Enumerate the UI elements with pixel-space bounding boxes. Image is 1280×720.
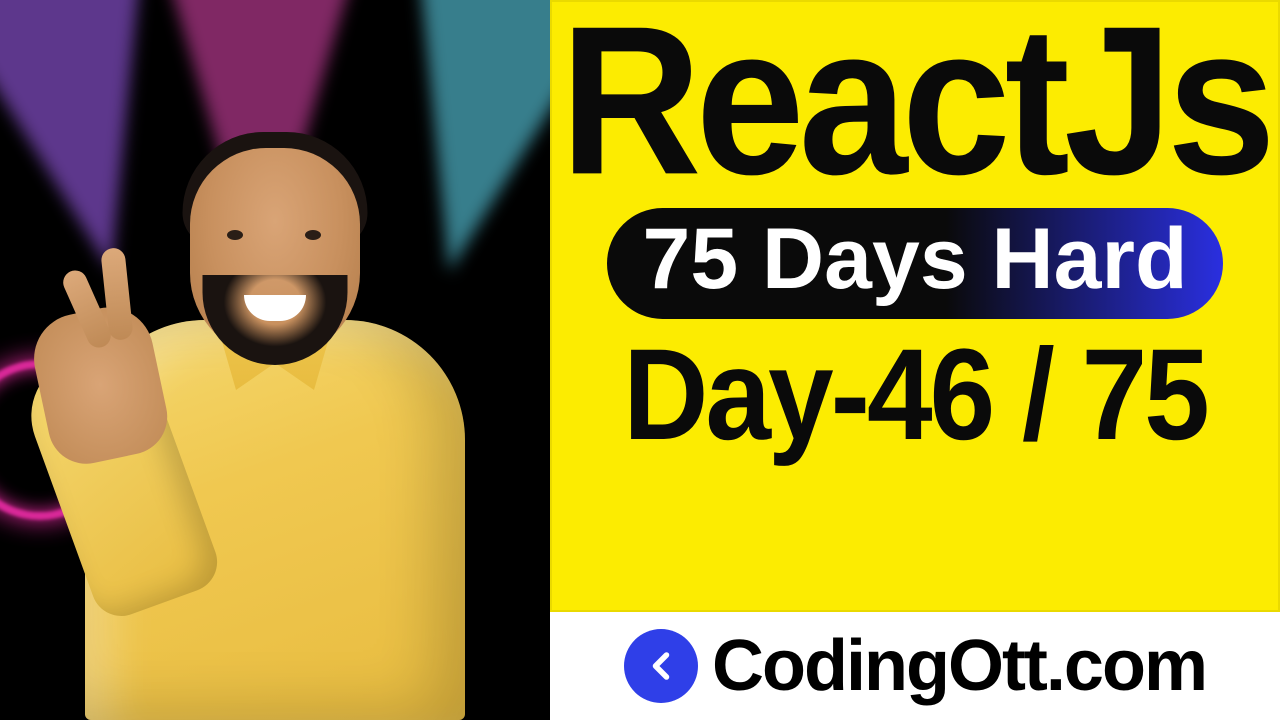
yellow-block: ReactJs 75 Days Hard Day-46 / 75 <box>550 0 1280 612</box>
eye <box>227 230 243 240</box>
text-panel: ReactJs 75 Days Hard Day-46 / 75 CodingO… <box>550 0 1280 720</box>
challenge-badge: 75 Days Hard <box>607 208 1224 319</box>
course-title: ReactJs <box>560 1 1270 202</box>
eye <box>305 230 321 240</box>
presenter-illustration <box>65 100 485 720</box>
photo-panel <box>0 0 550 720</box>
brand-logo-icon <box>624 629 698 703</box>
brand-name: CodingOtt.com <box>712 625 1206 707</box>
brand-strip: CodingOtt.com <box>550 612 1280 720</box>
day-counter: Day-46 / 75 <box>623 320 1207 470</box>
